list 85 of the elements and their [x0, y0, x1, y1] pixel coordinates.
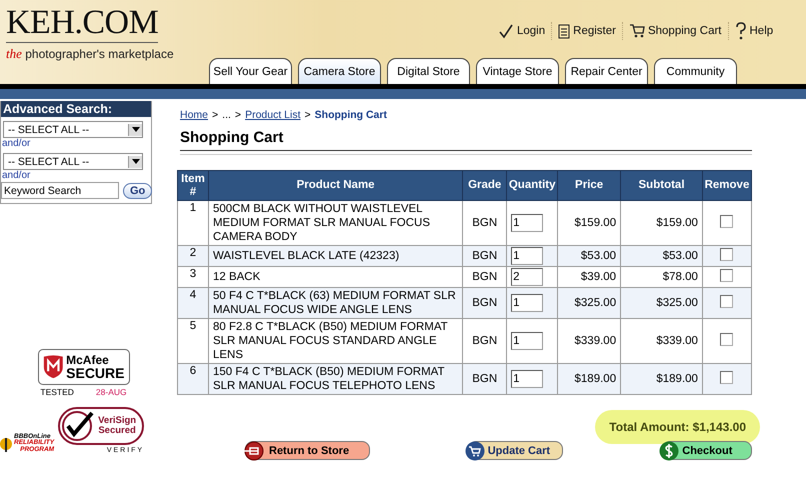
update-button[interactable]: Update Cart	[468, 441, 564, 460]
dropdown-arrow-icon	[132, 159, 140, 164]
badge-date: 28-AUG	[96, 387, 127, 397]
cart-icon	[464, 440, 485, 461]
link-label: Login	[517, 25, 546, 37]
quantity-field[interactable]: 1	[511, 247, 544, 266]
remove-checkbox[interactable]	[720, 333, 734, 346]
category-dropdown[interactable]: -- SELECT ALL --	[3, 121, 143, 138]
badge-brand: McAfee	[66, 354, 110, 366]
breadcrumb-separator: >	[212, 109, 218, 121]
link-label: Shopping Cart	[648, 25, 722, 37]
header-link[interactable]: Login	[492, 22, 552, 40]
column-header: Remove	[702, 170, 752, 201]
breadcrumb-ellipsis: ...	[222, 109, 231, 121]
nav-tab[interactable]: Repair Center	[565, 58, 648, 84]
verisign-seal[interactable]: VeriSign Secured	[58, 407, 144, 445]
keyword-search-field[interactable]: Keyword Search	[1, 182, 119, 199]
nav-tab[interactable]: Sell Your Gear	[209, 58, 292, 84]
badge-tested: TESTED	[40, 387, 74, 397]
table-cell: BGN	[462, 364, 507, 395]
logo[interactable]: KEH.COM	[6, 6, 158, 43]
breadcrumb-link[interactable]: Product List	[245, 109, 301, 121]
product-name-cell: WAISTLEVEL BLACK LATE (42323)	[208, 246, 463, 267]
remove-checkbox[interactable]	[720, 295, 734, 308]
link-label: Register	[573, 25, 616, 37]
table-cell: $189.00	[620, 364, 702, 395]
nav-tab[interactable]: Camera Store	[298, 58, 381, 84]
column-header: Item #	[178, 170, 208, 201]
quantity-field[interactable]: 1	[511, 294, 544, 312]
page-title: Shopping Cart	[180, 129, 752, 151]
table-cell: BGN	[462, 246, 507, 267]
total-amount: Total Amount: $1,143.00	[595, 410, 760, 444]
return-button[interactable]: Return to Store	[245, 441, 370, 460]
shield-icon	[42, 353, 64, 381]
column-header: Price	[558, 170, 621, 201]
column-header: Grade	[462, 170, 507, 201]
table-cell: 6	[178, 364, 208, 395]
breadcrumb-separator: >	[304, 109, 311, 121]
table-cell: $53.00	[558, 246, 621, 267]
tagline: the photographer's marketplace	[6, 46, 175, 62]
go-button[interactable]: Go	[123, 182, 152, 198]
dropdown-arrow-icon	[132, 127, 140, 132]
quantity-field[interactable]: 1	[511, 332, 544, 350]
clipboard-icon	[558, 23, 570, 39]
table-cell: BGN	[462, 288, 507, 319]
quantity-field[interactable]: 2	[511, 268, 544, 286]
help-icon	[734, 22, 746, 40]
remove-checkbox[interactable]	[720, 248, 734, 262]
remove-checkbox[interactable]	[720, 371, 734, 384]
header-link[interactable]: Help	[728, 22, 780, 40]
column-header: Quantity	[506, 170, 558, 201]
and-or-label: and/or	[1, 138, 32, 149]
breadcrumb-current: Shopping Cart	[314, 109, 387, 121]
checkmark-icon	[62, 411, 96, 441]
table-cell: 2	[178, 246, 208, 267]
column-header: Subtotal	[620, 170, 702, 201]
quantity-field[interactable]: 1	[511, 214, 544, 232]
table-cell: $325.00	[558, 288, 621, 319]
table-cell: 4	[178, 288, 208, 319]
breadcrumb-separator: >	[234, 109, 242, 121]
nav-tab[interactable]: Community	[654, 58, 737, 84]
quantity-field[interactable]: 1	[511, 370, 544, 388]
table-cell: $189.00	[558, 364, 621, 395]
checkmark-icon	[498, 23, 514, 39]
panel-title: Advanced Search:	[1, 101, 151, 117]
link-label: Help	[750, 25, 774, 37]
table-cell: $325.00	[620, 288, 702, 319]
cart-icon	[628, 24, 645, 38]
checkout-button[interactable]: Checkout	[662, 441, 752, 460]
header-link[interactable]: Shopping Cart	[622, 22, 728, 40]
remove-checkbox[interactable]	[720, 215, 734, 228]
header-link[interactable]: Register	[552, 22, 623, 40]
column-header: Product Name	[208, 170, 463, 201]
nav-tab[interactable]: Digital Store	[387, 58, 470, 84]
category-dropdown[interactable]: -- SELECT ALL --	[3, 153, 143, 170]
remove-checkbox[interactable]	[720, 269, 734, 282]
nav-tab[interactable]: Vintage Store	[476, 58, 559, 84]
breadcrumb-link[interactable]: Home	[180, 109, 208, 121]
dollar-icon	[659, 440, 680, 461]
and-or-label: and/or	[1, 170, 32, 181]
badge-word: SECURE	[66, 366, 124, 380]
table-cell: $53.00	[620, 246, 702, 267]
mcafee-secure-badge[interactable]: McAfee SECURE	[38, 349, 130, 385]
product-name-cell: 150 F4 C T*BLACK (B50) MEDIUM FORMAT SLR MANUAL FOCUS TELEPHOTO LENS	[208, 364, 463, 395]
product-name-cell: 50 F4 C T*BLACK (63) MEDIUM FORMAT SLR MANUAL FOCUS WIDE ANGLE LENS	[208, 288, 463, 319]
